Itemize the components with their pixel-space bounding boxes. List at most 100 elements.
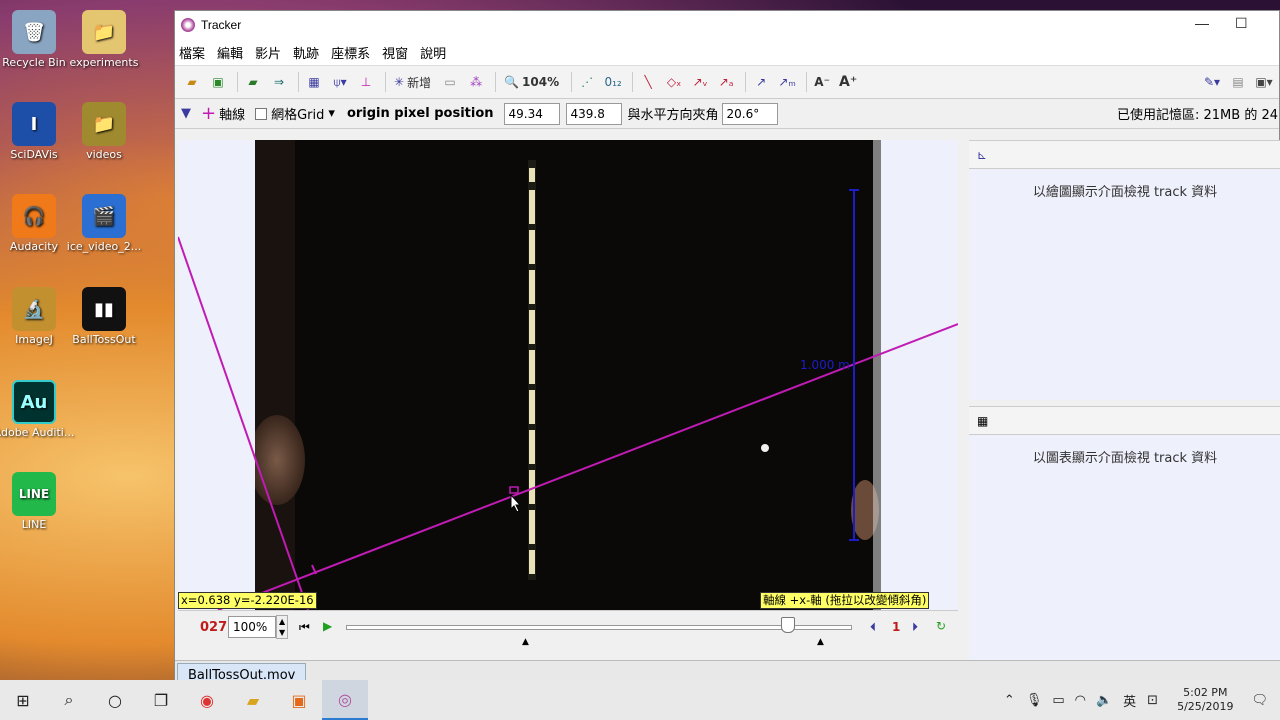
rewind-icon[interactable]: ⏮ xyxy=(299,620,310,635)
minimize-button[interactable]: — xyxy=(1195,15,1209,31)
chrome-icon[interactable]: ◉ xyxy=(184,680,230,720)
toolbar-separator xyxy=(495,72,497,92)
font-smaller-icon[interactable]: A⁻ xyxy=(811,71,833,93)
notification-icon[interactable]: 🗨 xyxy=(1251,693,1268,708)
chevron-up-icon[interactable]: ⌃ xyxy=(1004,693,1015,708)
pencil-icon[interactable]: ✎▾ xyxy=(1201,71,1223,93)
open-folder-icon[interactable]: ▰ xyxy=(181,71,203,93)
export-icon[interactable]: ⇒ xyxy=(268,71,290,93)
axis-handle[interactable] xyxy=(509,486,519,494)
desktop-icon-experiments[interactable]: 📁 experiments xyxy=(62,10,146,69)
grid-label[interactable]: 網格Grid xyxy=(271,104,324,123)
calibration-tools-icon[interactable]: ⍦▾ xyxy=(329,71,351,93)
task-view-icon[interactable]: ❐ xyxy=(138,680,184,720)
desktop-icon-ice-video[interactable]: 🎬 ice_video_2... xyxy=(62,194,146,253)
tracker-window: Tracker — ☐ 檔案 編輯 影片 軌跡 座標系 視窗 說明 ▰ ▣ ▰ … xyxy=(174,10,1280,687)
ime-mode-icon[interactable]: ⊡ xyxy=(1147,693,1158,708)
coordinate-readout: x=0.638 y=-2.220E-16 xyxy=(178,592,317,609)
cortana-icon[interactable]: ○ xyxy=(92,680,138,720)
menu-video[interactable]: 影片 xyxy=(255,43,281,62)
desktop-icon-balltossout[interactable]: ▮▮ BallTossOut xyxy=(62,287,146,346)
notes-icon[interactable]: ▤ xyxy=(1227,71,1249,93)
path-icon[interactable]: ╲ xyxy=(637,71,659,93)
desktop-icon-videos[interactable]: 📁 videos xyxy=(62,102,146,161)
position-icon[interactable]: ◇ₓ xyxy=(663,71,685,93)
title-bar[interactable]: Tracker — ☐ xyxy=(175,11,1279,39)
maximize-button[interactable]: ☐ xyxy=(1235,15,1248,32)
toolbar-separator xyxy=(806,72,808,92)
grid-dropdown-icon[interactable]: ▾ xyxy=(328,106,335,121)
velocity-icon[interactable]: ↗ᵥ xyxy=(689,71,711,93)
zoom-button[interactable]: 🔍 104% xyxy=(500,71,563,93)
tracker-taskbar-icon[interactable]: ◎ xyxy=(322,680,368,720)
labels-icon[interactable]: 0₁₂ xyxy=(602,71,624,93)
spinner-arrows-icon[interactable]: ▲ ▼ xyxy=(276,615,289,639)
plot-icon[interactable]: ⊾ xyxy=(977,148,987,162)
loop-icon[interactable]: ↻ xyxy=(936,619,946,633)
clock[interactable]: 5:02 PM 5/25/2019 xyxy=(1177,686,1233,714)
toolbar-separator xyxy=(385,72,386,92)
toolbar-separator xyxy=(237,72,238,92)
timeline-slider[interactable] xyxy=(346,625,852,630)
angle-field[interactable]: 20.6° xyxy=(721,102,778,125)
battery-icon[interactable]: ▭ xyxy=(1052,693,1064,708)
step-back-icon[interactable]: ⏴ xyxy=(870,620,876,635)
line-app-icon: LINE xyxy=(12,472,56,516)
dropdown-arrow-icon[interactable]: ▼ xyxy=(181,106,191,121)
angle-label: 與水平方向夾角 xyxy=(627,108,719,123)
new-track-button[interactable]: ✳ 新增 xyxy=(390,71,435,93)
vector-center-icon[interactable]: ↗ₘ xyxy=(776,71,798,93)
refresh-icon[interactable]: ▣▾ xyxy=(1253,71,1275,93)
play-icon[interactable]: ▶ xyxy=(323,619,332,633)
zoom-spinner[interactable]: 100% xyxy=(228,616,276,638)
open-video-icon[interactable]: ▰ xyxy=(242,71,264,93)
menu-window[interactable]: 視窗 xyxy=(382,43,408,62)
y-axis-line[interactable] xyxy=(178,236,309,610)
ruler-icon[interactable]: ▭ xyxy=(439,71,461,93)
slider-thumb[interactable] xyxy=(781,617,795,633)
plot-pane[interactable]: ⊾ 以繪圖顯示介面檢視 track 資料 xyxy=(969,140,1280,400)
acceleration-icon[interactable]: ↗ₐ xyxy=(715,71,737,93)
search-icon[interactable]: ⌕ xyxy=(46,680,92,720)
trails-icon[interactable]: ⋰ xyxy=(576,71,598,93)
menu-file[interactable]: 檔案 xyxy=(179,43,205,62)
system-tray: ⌃ 🎙 ▭ ◠ 🔈 英 ⊡ 5:02 PM 5/25/2019 🗨 xyxy=(998,680,1280,720)
vector-sum-icon[interactable]: ↗ xyxy=(750,71,772,93)
axes-icon[interactable]: ⊥ xyxy=(355,71,377,93)
frame-number: 027 xyxy=(200,620,228,635)
desktop-icon-line[interactable]: LINE LINE xyxy=(0,472,76,531)
plot-placeholder: 以繪圖顯示介面檢視 track 資料 xyxy=(1032,185,1218,200)
windows-start-icon[interactable]: ⊞ xyxy=(0,680,46,720)
menu-track[interactable]: 軌跡 xyxy=(293,43,319,62)
zoom-label: 104% xyxy=(522,75,560,89)
font-larger-icon[interactable]: A⁺ xyxy=(837,71,859,93)
microphone-icon[interactable]: 🎙 xyxy=(1026,693,1043,708)
folder-icon: 📁 xyxy=(82,102,126,146)
menu-help[interactable]: 說明 xyxy=(420,43,446,62)
clock-date: 5/25/2019 xyxy=(1177,700,1234,713)
video-panel[interactable]: 1.000 m x=0.638 y=-2.220E-16 軸線 +x-軸 (拖拉… xyxy=(178,140,958,610)
menu-edit[interactable]: 編輯 xyxy=(217,43,243,62)
ime-language[interactable]: 英 xyxy=(1123,691,1136,710)
grid-checkbox[interactable] xyxy=(255,107,268,120)
app-orange-icon[interactable]: ▣ xyxy=(276,680,322,720)
clip-settings-icon[interactable]: ▦ xyxy=(303,71,325,93)
menu-coords[interactable]: 座標系 xyxy=(331,43,370,62)
wifi-icon[interactable]: ◠ xyxy=(1075,693,1086,708)
file-explorer-icon[interactable]: ▰ xyxy=(230,680,276,720)
origin-x-field[interactable]: 49.34 xyxy=(503,102,560,125)
step-size[interactable]: 1 xyxy=(892,620,900,634)
start-marker-icon[interactable]: ▲ xyxy=(522,637,529,647)
step-forward-icon[interactable]: ⏵ xyxy=(912,620,918,635)
save-icon[interactable]: ▣ xyxy=(207,71,229,93)
calibration-label: 1.000 m xyxy=(800,358,850,372)
volume-icon[interactable]: 🔈 xyxy=(1096,693,1112,708)
desktop-icon-adobe-audition[interactable]: Au Adobe Auditi... xyxy=(0,380,76,439)
table-header: ▦ xyxy=(969,407,1280,435)
table-icon[interactable]: ▦ xyxy=(977,414,988,428)
table-pane[interactable]: ▦ 以圖表顯示介面檢視 track 資料 xyxy=(969,406,1280,660)
autotracker-icon[interactable]: ⁂ xyxy=(465,71,487,93)
origin-y-field[interactable]: 439.8 xyxy=(565,102,622,125)
end-marker-icon[interactable]: ▲ xyxy=(817,637,824,647)
hand-cursor-icon xyxy=(510,493,522,513)
